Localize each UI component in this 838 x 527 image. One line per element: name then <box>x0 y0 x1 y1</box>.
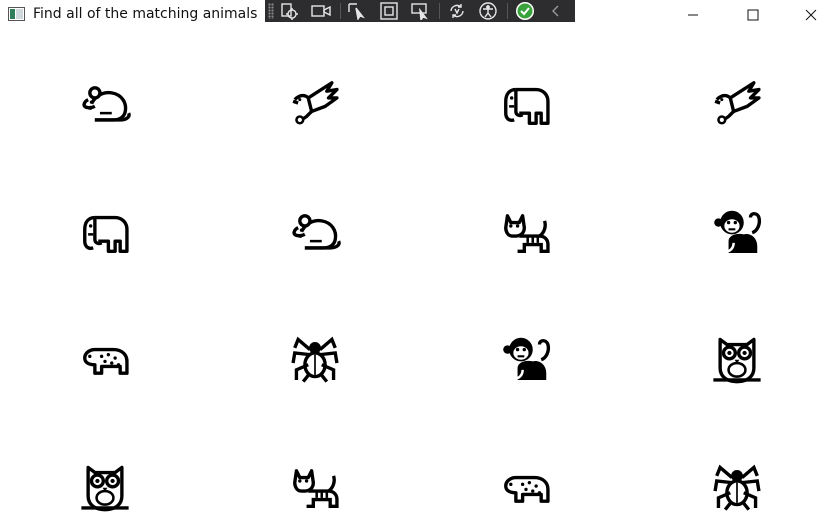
cat-icon <box>288 459 342 513</box>
monkey-icon <box>499 331 553 385</box>
monkey-icon <box>710 204 764 258</box>
dove-icon <box>288 76 342 130</box>
video-camera-icon[interactable] <box>308 1 333 21</box>
toolbar-separator <box>507 3 509 19</box>
animal-tile-owl[interactable] <box>702 323 772 393</box>
elephant-icon <box>78 204 132 258</box>
dove-icon <box>710 76 764 130</box>
animal-tile-owl[interactable] <box>70 451 140 521</box>
owl-icon <box>78 459 132 513</box>
toolbar-grip[interactable] <box>268 3 274 19</box>
animal-tile-spider[interactable] <box>702 451 772 521</box>
window-title: Find all of the matching animals <box>33 6 258 22</box>
collapse-chevron-icon[interactable] <box>544 1 569 21</box>
toolbar-separator <box>339 3 341 19</box>
animal-tile-dove[interactable] <box>280 68 350 138</box>
leopard-icon <box>78 331 132 385</box>
binding-check-icon[interactable] <box>512 1 537 21</box>
close-icon <box>805 9 817 21</box>
spider-icon <box>710 459 764 513</box>
mouse-icon <box>288 204 342 258</box>
spider-icon <box>288 331 342 385</box>
maximize-icon <box>747 9 759 21</box>
select-element-icon[interactable] <box>345 1 370 21</box>
track-focus-icon[interactable] <box>408 1 433 21</box>
minimize-button[interactable] <box>670 0 716 30</box>
hot-reload-icon[interactable] <box>444 1 469 21</box>
animal-tile-leopard[interactable] <box>70 323 140 393</box>
leopard-icon <box>499 459 553 513</box>
animal-tile-mouse[interactable] <box>280 196 350 266</box>
live-visual-tree-icon[interactable] <box>277 1 302 21</box>
accessibility-icon[interactable] <box>476 1 501 21</box>
animal-tile-monkey[interactable] <box>491 323 561 393</box>
animal-tile-mouse[interactable] <box>70 68 140 138</box>
elephant-icon <box>499 76 553 130</box>
maximize-button[interactable] <box>730 0 776 30</box>
minimize-icon <box>688 14 698 16</box>
title-bar[interactable]: Find all of the matching animals <box>0 0 838 30</box>
cat-icon <box>499 204 553 258</box>
app-window: Find all of the matching animals <box>0 0 838 527</box>
animal-tile-elephant[interactable] <box>491 68 561 138</box>
animal-tile-elephant[interactable] <box>70 196 140 266</box>
mouse-icon <box>78 76 132 130</box>
animal-tile-monkey[interactable] <box>702 196 772 266</box>
debug-toolbar <box>265 0 575 22</box>
animal-tile-cat[interactable] <box>491 196 561 266</box>
owl-icon <box>710 331 764 385</box>
toolbar-separator <box>439 3 441 19</box>
animal-tile-cat[interactable] <box>280 451 350 521</box>
animal-tile-dove[interactable] <box>702 68 772 138</box>
animal-grid <box>0 30 838 527</box>
close-button[interactable] <box>788 0 834 30</box>
app-icon <box>8 7 25 21</box>
display-layout-adorners-icon[interactable] <box>376 1 401 21</box>
animal-tile-leopard[interactable] <box>491 451 561 521</box>
animal-tile-spider[interactable] <box>280 323 350 393</box>
